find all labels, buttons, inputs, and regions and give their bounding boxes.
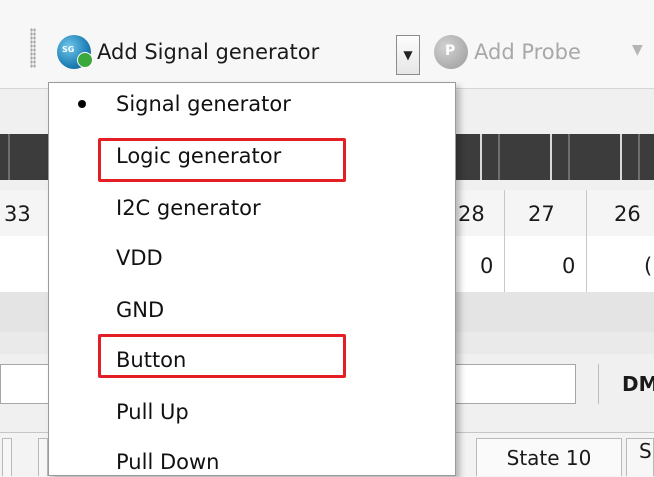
selected-bullet-icon [78, 100, 86, 108]
highlight-box-logic-generator [98, 138, 346, 182]
chevron-down-icon: ▼ [403, 48, 413, 62]
add-probe-label: Add Probe [474, 40, 581, 64]
column-divider [504, 190, 505, 236]
menu-item-gnd[interactable]: GND [116, 298, 164, 322]
menu-item-signal-generator[interactable]: Signal generator [116, 92, 291, 116]
column-divider [504, 236, 505, 292]
value-cell: 0 [562, 254, 576, 278]
add-probe-dropdown-icon[interactable]: ▼ [632, 42, 643, 58]
toolbar: SG Add Signal generator ▼ P Add Probe ▼ [0, 0, 654, 89]
menu-item-pull-up[interactable]: Pull Up [116, 400, 189, 424]
add-probe-button[interactable]: P Add Probe [434, 32, 581, 72]
column-divider [586, 236, 587, 292]
tab[interactable] [2, 438, 12, 476]
separator [598, 364, 599, 404]
toolbar-grip[interactable] [30, 28, 36, 68]
probe-icon: P [434, 35, 468, 69]
highlight-box-button [98, 334, 346, 378]
menu-item-pull-down[interactable]: Pull Down [116, 450, 219, 474]
column-header: 27 [528, 202, 555, 226]
column-header: 33 [4, 202, 31, 226]
column-header: 26 [614, 202, 641, 226]
signal-generator-icon-text: SG [62, 45, 75, 54]
add-signal-generator-dropdown-button[interactable]: ▼ [396, 35, 420, 75]
menu-item-i2c-generator[interactable]: I2C generator [116, 196, 261, 220]
tab-state-10[interactable]: State 10 [476, 438, 622, 476]
add-signal-generator-button[interactable]: SG Add Signal generator [57, 32, 319, 72]
add-signal-generator-label: Add Signal generator [97, 40, 320, 64]
probe-icon-text: P [445, 43, 456, 59]
dm-label: DM [622, 372, 654, 396]
column-divider [586, 190, 587, 236]
value-cell: ( [644, 254, 653, 278]
value-cell: 0 [480, 254, 494, 278]
tab-state-partial[interactable]: S [626, 438, 654, 476]
tab[interactable] [38, 438, 48, 476]
signal-generator-icon: SG [57, 35, 93, 69]
menu-item-vdd[interactable]: VDD [116, 246, 163, 270]
column-header: 28 [458, 202, 485, 226]
